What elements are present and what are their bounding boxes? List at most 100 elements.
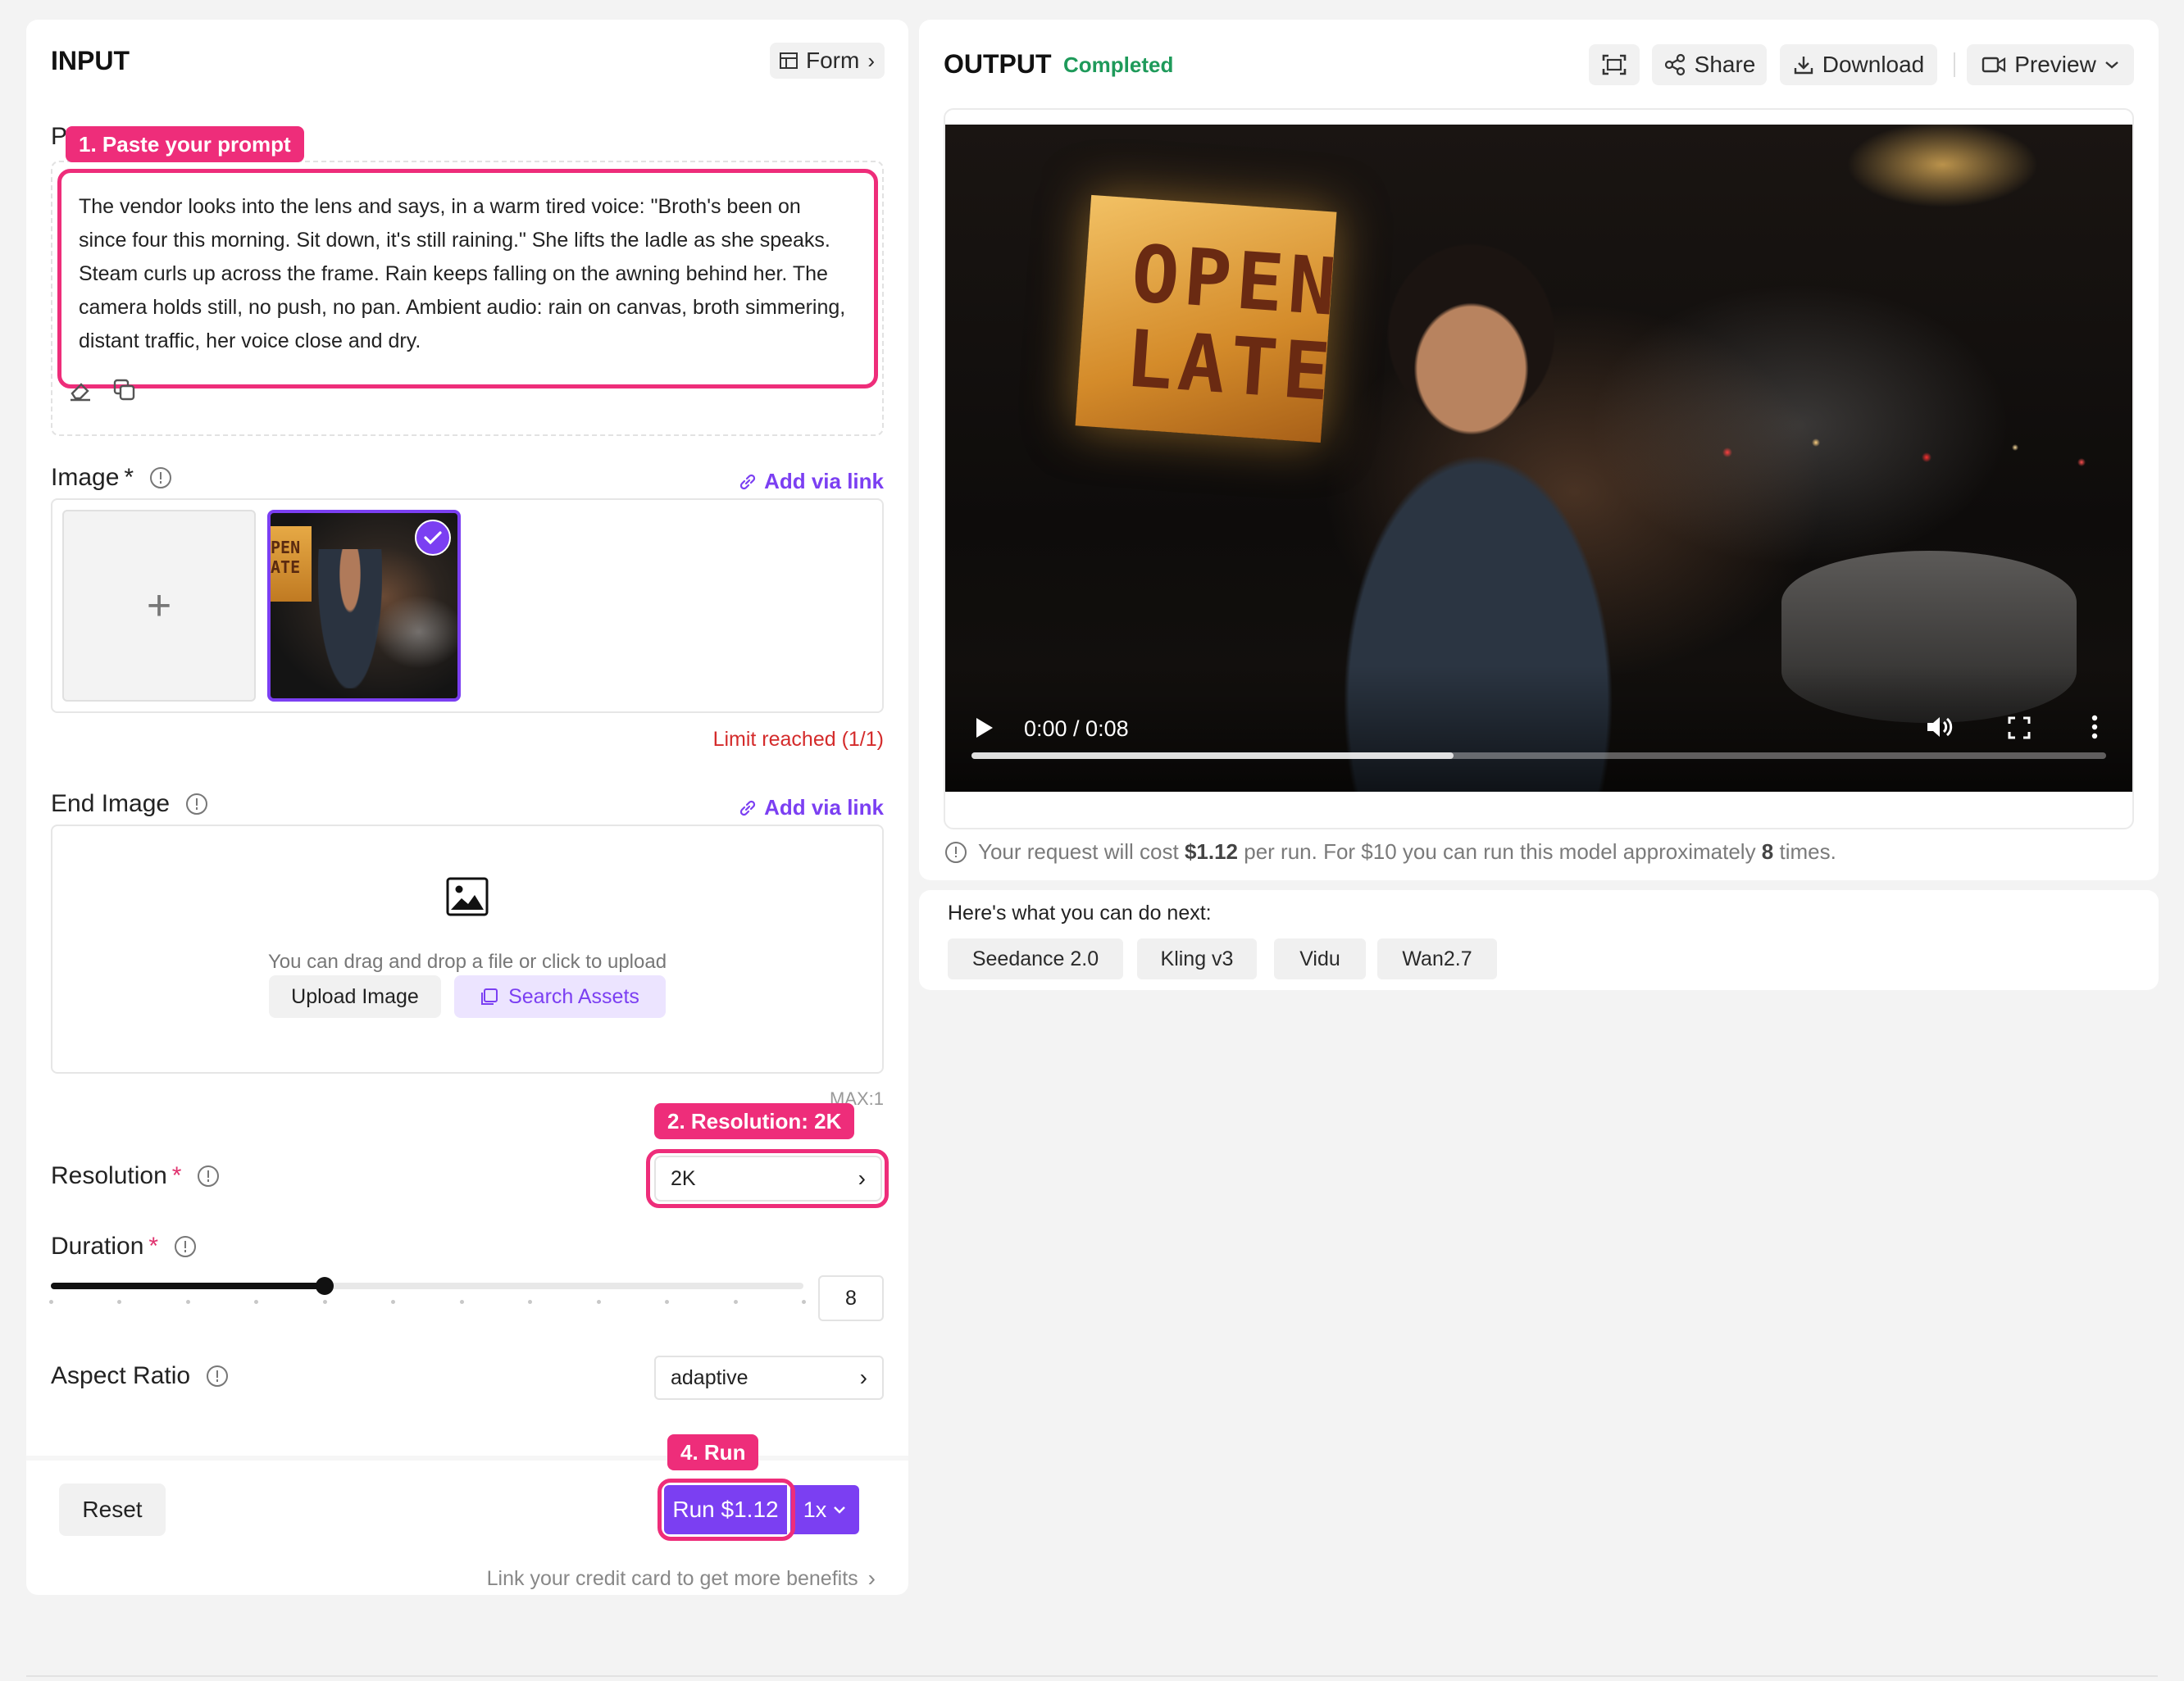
info-icon[interactable] bbox=[186, 793, 208, 815]
thumbnail-figure bbox=[318, 549, 382, 688]
annotation-step1: 1. Paste your prompt bbox=[66, 126, 304, 162]
chip-vidu[interactable]: Vidu bbox=[1274, 938, 1366, 979]
download-button[interactable]: Download bbox=[1780, 44, 1937, 85]
video-progress-fill bbox=[971, 752, 1454, 759]
chip-kling[interactable]: Kling v3 bbox=[1137, 938, 1257, 979]
volume-icon[interactable] bbox=[1926, 715, 1954, 743]
slider-tick bbox=[459, 1300, 464, 1304]
info-icon[interactable] bbox=[198, 1165, 220, 1187]
share-label: Share bbox=[1694, 52, 1756, 77]
cost-prefix: Your request will cost bbox=[978, 839, 1185, 864]
link-icon bbox=[739, 800, 756, 816]
info-icon[interactable] bbox=[175, 1236, 197, 1257]
resolution-label-text: Resolution bbox=[51, 1162, 167, 1189]
required-mark: * bbox=[148, 1233, 159, 1260]
search-assets-label: Search Assets bbox=[508, 984, 639, 1008]
video-camera-icon bbox=[1982, 57, 2006, 73]
frame-icon bbox=[1602, 54, 1627, 75]
cost-times: 8 bbox=[1761, 839, 1774, 864]
prompt-textarea[interactable]: The vendor looks into the lens and says,… bbox=[61, 170, 872, 385]
add-image-tile[interactable]: + bbox=[62, 510, 256, 702]
slider-tick bbox=[596, 1300, 601, 1304]
input-title: INPUT bbox=[51, 46, 130, 75]
eraser-icon[interactable] bbox=[67, 377, 97, 407]
plus-icon: + bbox=[146, 582, 172, 629]
image-label: Image * bbox=[51, 464, 172, 492]
link-icon bbox=[739, 474, 756, 489]
duration-slider[interactable] bbox=[49, 1275, 806, 1305]
image-limit-text: Limit reached (1/1) bbox=[712, 728, 884, 751]
chip-seedance[interactable]: Seedance 2.0 bbox=[948, 938, 1123, 979]
video-progress-bar[interactable] bbox=[971, 752, 2106, 759]
slider-tick bbox=[733, 1300, 738, 1304]
info-icon[interactable] bbox=[207, 1365, 229, 1387]
cost-suffix: times. bbox=[1773, 839, 1836, 864]
bottom-divider bbox=[26, 1675, 2158, 1677]
chip-wan[interactable]: Wan2.7 bbox=[1377, 938, 1497, 979]
gallery-icon bbox=[481, 988, 498, 1005]
download-icon bbox=[1794, 57, 1813, 75]
resolution-value: 2K bbox=[671, 1166, 696, 1190]
end-image-add-via-link[interactable]: Add via link bbox=[738, 795, 884, 820]
share-button[interactable]: Share bbox=[1652, 44, 1767, 85]
next-steps-panel: Here's what you can do next: Seedance 2.… bbox=[919, 890, 2159, 990]
download-label: Download bbox=[1822, 52, 1925, 77]
copy-icon[interactable] bbox=[111, 377, 141, 407]
end-image-label: End Image bbox=[51, 790, 208, 818]
duration-label-text: Duration bbox=[51, 1233, 144, 1260]
annotation-step2: 2. Resolution: 2K bbox=[654, 1103, 855, 1139]
preview-dropdown[interactable]: Preview bbox=[1967, 44, 2134, 85]
multiplier-dropdown[interactable]: 1x bbox=[790, 1485, 859, 1534]
resolution-label: Resolution * bbox=[51, 1162, 220, 1190]
reset-button[interactable]: Reset bbox=[59, 1483, 166, 1536]
slider-tick bbox=[49, 1300, 53, 1304]
status-badge: Completed bbox=[1063, 52, 1174, 77]
duration-input[interactable]: 8 bbox=[818, 1275, 884, 1321]
info-icon[interactable] bbox=[150, 467, 172, 488]
aspect-ratio-select[interactable]: adaptive › bbox=[654, 1356, 884, 1400]
video-player[interactable]: OPEN LATE 0:00 / 0:08 bbox=[945, 125, 2132, 792]
chevron-right-icon: › bbox=[858, 1165, 866, 1191]
slider-tick bbox=[665, 1300, 670, 1304]
play-icon[interactable] bbox=[975, 716, 994, 743]
chevron-down-icon bbox=[2105, 61, 2118, 69]
video-time: 0:00 / 0:08 bbox=[1024, 716, 1129, 741]
aspect-ratio-value: adaptive bbox=[671, 1365, 748, 1389]
slider-tick bbox=[391, 1300, 396, 1304]
chevron-right-icon: › bbox=[859, 1365, 867, 1390]
end-image-dropzone[interactable] bbox=[51, 825, 884, 1074]
thumbnail-sign-text: PEN ATE bbox=[271, 538, 301, 577]
cost-text: Your request will cost $1.12 per run. Fo… bbox=[978, 839, 1836, 865]
run-button[interactable]: Run $1.12 bbox=[664, 1485, 787, 1534]
slider-thumb[interactable] bbox=[316, 1277, 334, 1295]
video-sign: OPEN LATE bbox=[1075, 194, 1344, 443]
image-label-text: Image bbox=[51, 464, 120, 491]
duration-label: Duration * bbox=[51, 1233, 197, 1261]
upload-image-button[interactable]: Upload Image bbox=[269, 975, 441, 1018]
search-assets-button[interactable]: Search Assets bbox=[454, 975, 666, 1018]
slider-tick bbox=[117, 1300, 122, 1304]
table-icon bbox=[780, 52, 798, 69]
chevron-right-icon: › bbox=[867, 1565, 876, 1591]
chevron-down-icon bbox=[834, 1506, 846, 1514]
credit-card-link[interactable]: Link your credit card to get more benefi… bbox=[487, 1565, 876, 1592]
image-thumbnail[interactable]: PEN ATE bbox=[267, 510, 461, 702]
info-icon bbox=[945, 841, 967, 863]
check-icon bbox=[415, 520, 451, 556]
slider-tick bbox=[528, 1300, 533, 1304]
form-toggle-button[interactable]: Form › bbox=[770, 43, 885, 79]
fullscreen-icon[interactable] bbox=[2008, 716, 2031, 743]
more-options-icon[interactable] bbox=[2091, 715, 2098, 743]
input-panel: INPUT Form › P The vendor looks into the… bbox=[26, 20, 908, 1595]
slider-tick bbox=[185, 1300, 190, 1304]
slider-ticks bbox=[49, 1300, 806, 1305]
cost-mid: per run. For $10 you can run this model … bbox=[1238, 839, 1762, 864]
fullscreen-button[interactable] bbox=[1589, 44, 1640, 85]
image-add-via-link[interactable]: Add via link bbox=[738, 469, 884, 494]
toolbar-divider bbox=[1954, 52, 1955, 77]
required-mark: * bbox=[171, 1162, 182, 1189]
chevron-right-icon: › bbox=[867, 48, 875, 73]
resolution-select[interactable]: 2K › bbox=[654, 1156, 882, 1202]
credit-card-link-text: Link your credit card to get more benefi… bbox=[486, 1566, 858, 1590]
slider-tick bbox=[322, 1300, 327, 1304]
